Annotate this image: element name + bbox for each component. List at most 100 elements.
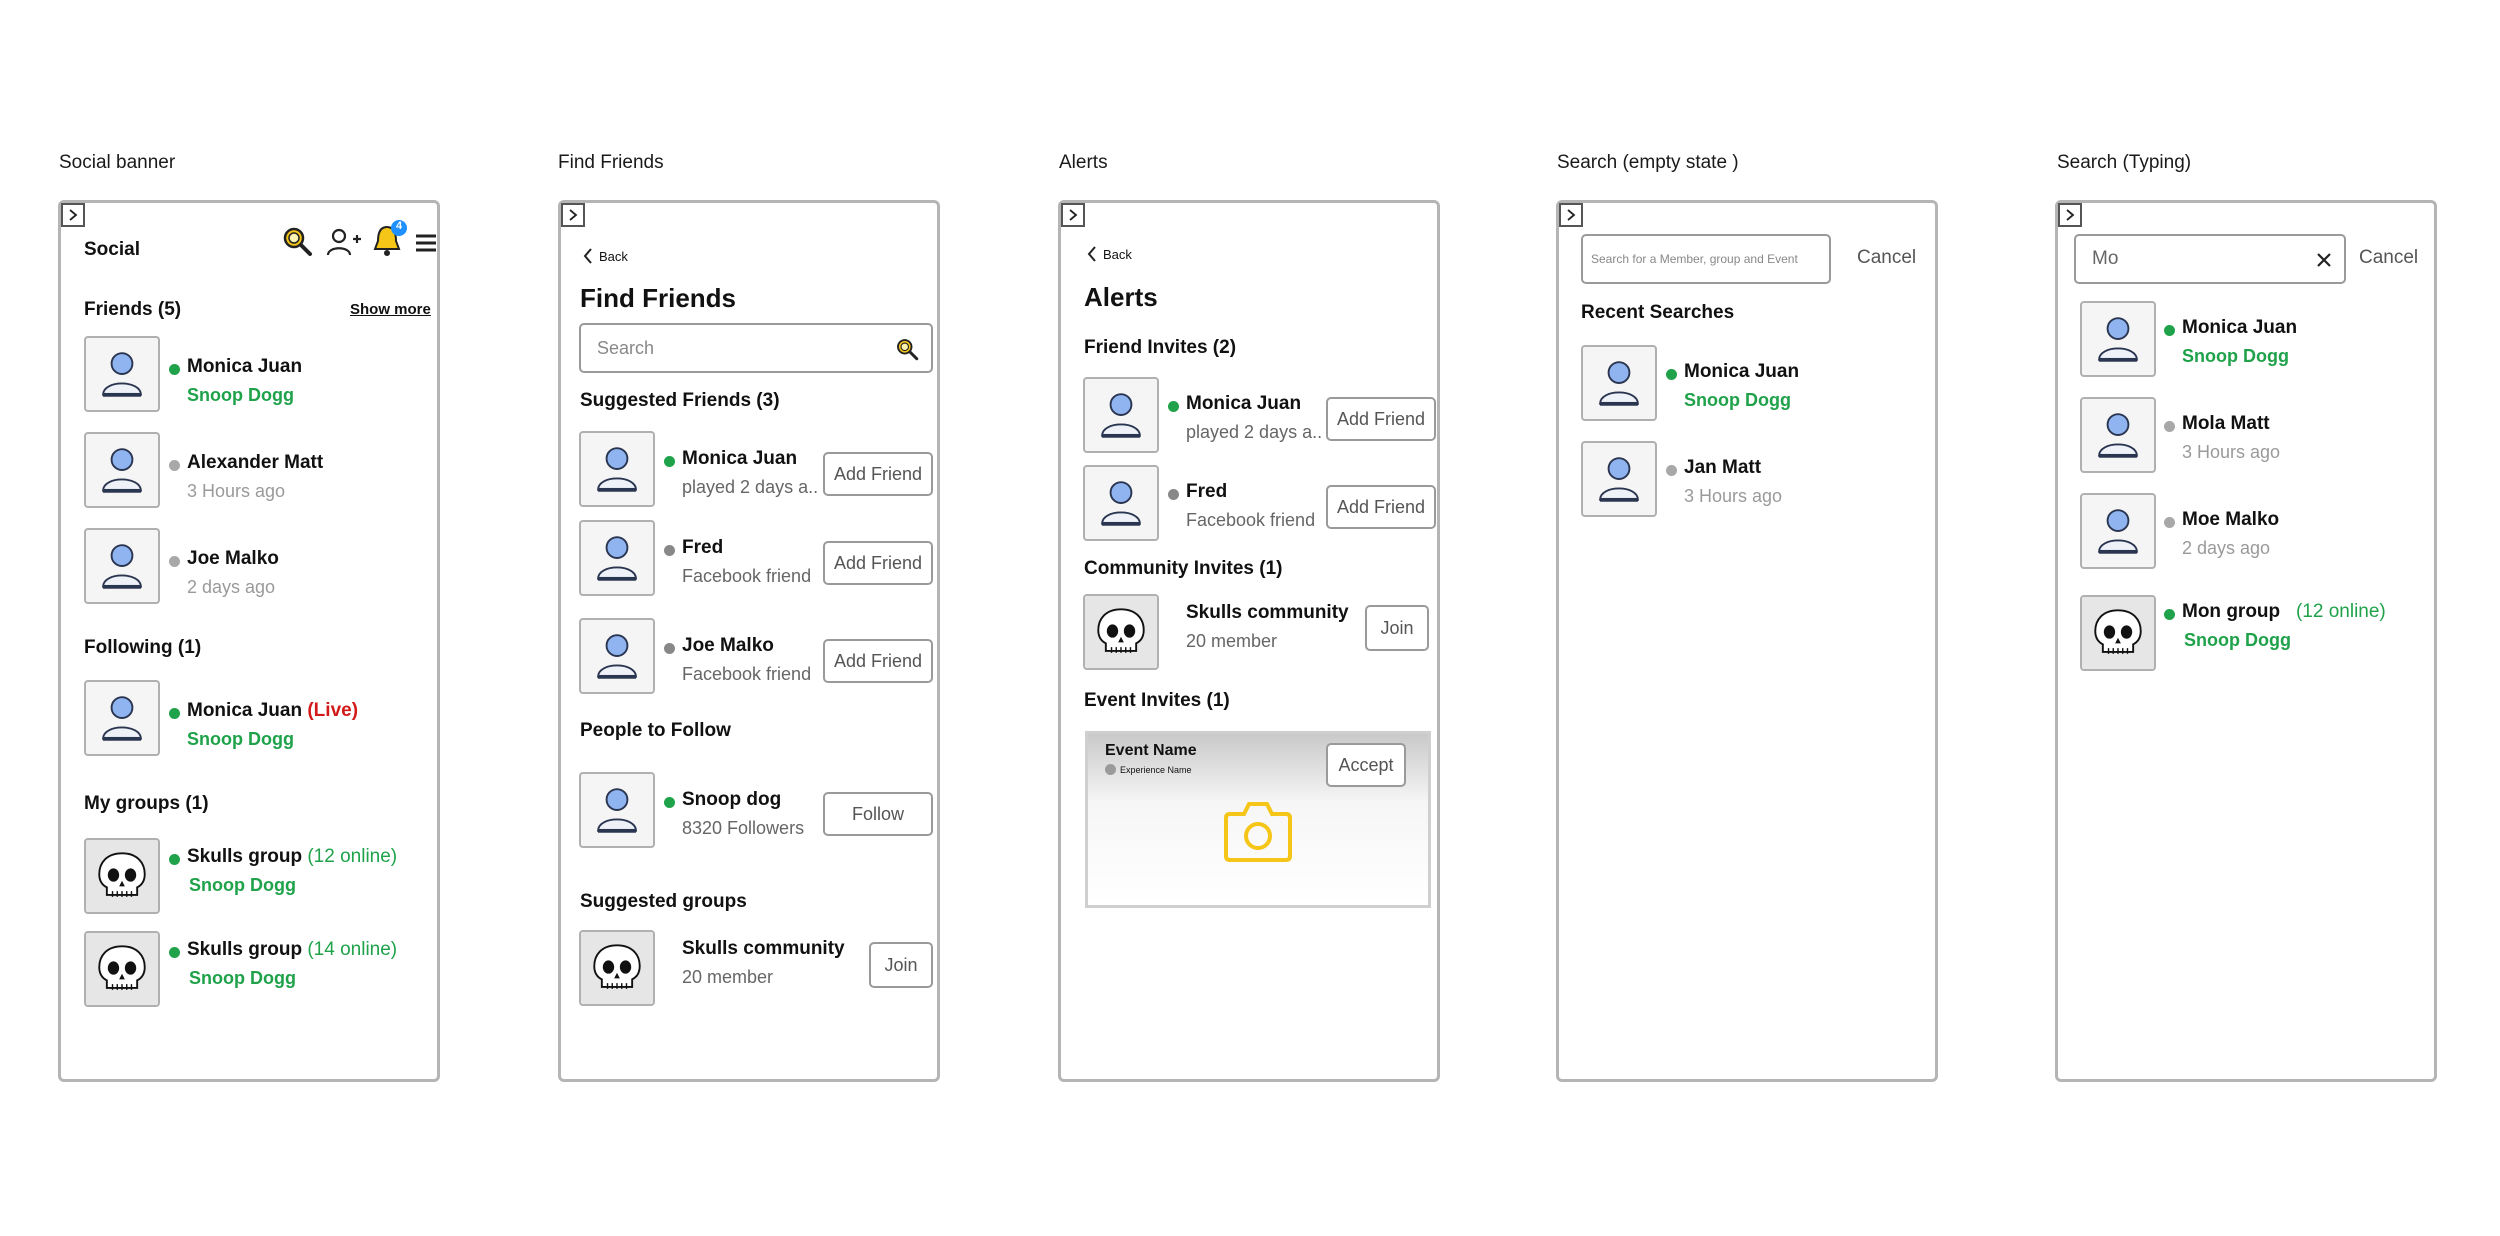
camera-icon bbox=[1224, 802, 1292, 862]
following-name[interactable]: Monica Juan (Live) bbox=[187, 700, 358, 722]
avatar[interactable] bbox=[2080, 397, 2156, 473]
user-avatar-icon bbox=[102, 448, 142, 493]
add-friend-button[interactable]: Add Friend bbox=[823, 541, 933, 585]
add-friend-icon[interactable] bbox=[326, 227, 362, 257]
find-friends-frame: Back Find Friends Search Suggested Frien… bbox=[558, 200, 940, 1082]
avatar[interactable] bbox=[579, 618, 655, 694]
friend-name[interactable]: Monica Juan bbox=[682, 448, 797, 470]
avatar[interactable] bbox=[2080, 493, 2156, 569]
group-name[interactable]: Skulls community bbox=[682, 938, 845, 960]
search-input[interactable]: Search for a Member, group and Event bbox=[1581, 234, 1831, 284]
group-avatar[interactable] bbox=[2080, 595, 2156, 671]
result-group-name[interactable]: Mon group (12 online) bbox=[2182, 601, 2386, 623]
back-label: Back bbox=[1103, 246, 1132, 262]
skull-icon bbox=[86, 933, 158, 1005]
group-activity: Snoop Dogg bbox=[189, 875, 296, 895]
result-last-seen: 2 days ago bbox=[2182, 538, 2271, 558]
notifications-bell-icon[interactable]: 4 bbox=[371, 219, 409, 259]
recent-search-name[interactable]: Monica Juan bbox=[1684, 361, 1799, 383]
avatar[interactable] bbox=[579, 772, 655, 848]
following-section-title: Following (1) bbox=[84, 637, 202, 658]
cancel-button[interactable]: Cancel bbox=[1857, 247, 1916, 269]
accept-button[interactable]: Accept bbox=[1326, 743, 1406, 787]
friend-name[interactable]: Monica Juan bbox=[187, 356, 302, 378]
friend-name[interactable]: Fred bbox=[1186, 481, 1227, 503]
skull-icon bbox=[2082, 597, 2154, 669]
panel-toggle-button[interactable] bbox=[61, 203, 85, 227]
avatar[interactable] bbox=[1083, 465, 1159, 541]
clear-icon[interactable] bbox=[2316, 252, 2332, 268]
avatar[interactable] bbox=[1083, 377, 1159, 453]
person-name[interactable]: Snoop dog bbox=[682, 789, 781, 811]
group-avatar[interactable] bbox=[1083, 594, 1159, 670]
result-name[interactable]: Monica Juan bbox=[2182, 317, 2297, 339]
friend-name[interactable]: Monica Juan bbox=[1186, 393, 1301, 415]
add-friend-button[interactable]: Add Friend bbox=[823, 452, 933, 496]
panel-toggle-button[interactable] bbox=[2058, 203, 2082, 227]
cancel-button[interactable]: Cancel bbox=[2359, 247, 2418, 269]
follow-button[interactable]: Follow bbox=[823, 792, 933, 836]
recent-search-name[interactable]: Jan Matt bbox=[1684, 457, 1761, 479]
search-input[interactable]: Search bbox=[579, 323, 933, 373]
user-avatar-icon bbox=[1101, 481, 1141, 526]
friend-name[interactable]: Alexander Matt bbox=[187, 452, 323, 474]
friend-last-seen: 2 days ago bbox=[187, 577, 276, 597]
avatar[interactable] bbox=[84, 528, 160, 604]
page-title: Social bbox=[84, 239, 140, 260]
group-avatar[interactable] bbox=[579, 930, 655, 1006]
notification-count-badge: 4 bbox=[395, 220, 403, 232]
group-name[interactable]: Skulls group (14 online) bbox=[187, 939, 397, 961]
avatar[interactable] bbox=[2080, 301, 2156, 377]
skull-icon bbox=[1085, 596, 1157, 668]
panel-toggle-button[interactable] bbox=[561, 203, 585, 227]
avatar[interactable] bbox=[579, 520, 655, 596]
chevron-right-icon bbox=[569, 209, 578, 221]
panel-toggle-button[interactable] bbox=[1559, 203, 1583, 227]
panel-toggle-button[interactable] bbox=[1061, 203, 1085, 227]
following-name-text: Monica Juan bbox=[187, 700, 303, 721]
online-status-dot bbox=[2164, 325, 2175, 336]
show-more-link[interactable]: Show more bbox=[350, 301, 431, 318]
search-icon[interactable] bbox=[281, 225, 313, 257]
friend-name[interactable]: Joe Malko bbox=[187, 548, 279, 570]
user-avatar-icon bbox=[597, 536, 637, 581]
follower-count: 8320 Followers bbox=[682, 818, 805, 838]
add-friend-button[interactable]: Add Friend bbox=[823, 639, 933, 683]
friend-name[interactable]: Joe Malko bbox=[682, 635, 774, 657]
add-friend-button[interactable]: Add Friend bbox=[1326, 397, 1436, 441]
back-button[interactable]: Back bbox=[1087, 246, 1132, 262]
avatar[interactable] bbox=[1581, 441, 1657, 517]
result-activity: Snoop Dogg bbox=[2184, 630, 2291, 650]
online-status-dot bbox=[169, 708, 180, 719]
avatar[interactable] bbox=[579, 431, 655, 507]
avatar[interactable] bbox=[1581, 345, 1657, 421]
back-button[interactable]: Back bbox=[583, 248, 628, 264]
search-placeholder: Search bbox=[597, 337, 655, 358]
community-name[interactable]: Skulls community bbox=[1186, 602, 1349, 624]
offline-status-dot bbox=[1168, 489, 1179, 500]
add-friend-button[interactable]: Add Friend bbox=[1326, 485, 1436, 529]
join-button[interactable]: Join bbox=[869, 942, 933, 988]
join-button[interactable]: Join bbox=[1365, 605, 1429, 651]
people-to-follow-title: People to Follow bbox=[580, 720, 731, 741]
menu-icon[interactable] bbox=[415, 233, 437, 253]
avatar[interactable] bbox=[84, 432, 160, 508]
user-avatar-icon bbox=[102, 696, 142, 741]
friend-name[interactable]: Fred bbox=[682, 537, 723, 559]
avatar[interactable] bbox=[84, 680, 160, 756]
frame-title-alerts: Alerts bbox=[1059, 152, 1108, 173]
result-name[interactable]: Moe Malko bbox=[2182, 509, 2279, 531]
group-avatar[interactable] bbox=[84, 931, 160, 1007]
offline-status-dot bbox=[2164, 517, 2175, 528]
avatar[interactable] bbox=[84, 336, 160, 412]
chevron-left-icon bbox=[1087, 246, 1096, 262]
group-avatar[interactable] bbox=[84, 838, 160, 914]
friend-detail: played 2 days a.. bbox=[1186, 422, 1323, 442]
offline-status-dot bbox=[664, 643, 675, 654]
search-icon[interactable] bbox=[895, 337, 919, 361]
event-card[interactable]: Event Name Experience Name Accept bbox=[1085, 731, 1431, 908]
search-input[interactable]: Mo bbox=[2074, 234, 2346, 284]
result-name[interactable]: Mola Matt bbox=[2182, 413, 2270, 435]
group-name[interactable]: Skulls group (12 online) bbox=[187, 846, 397, 868]
skull-icon bbox=[86, 840, 158, 912]
